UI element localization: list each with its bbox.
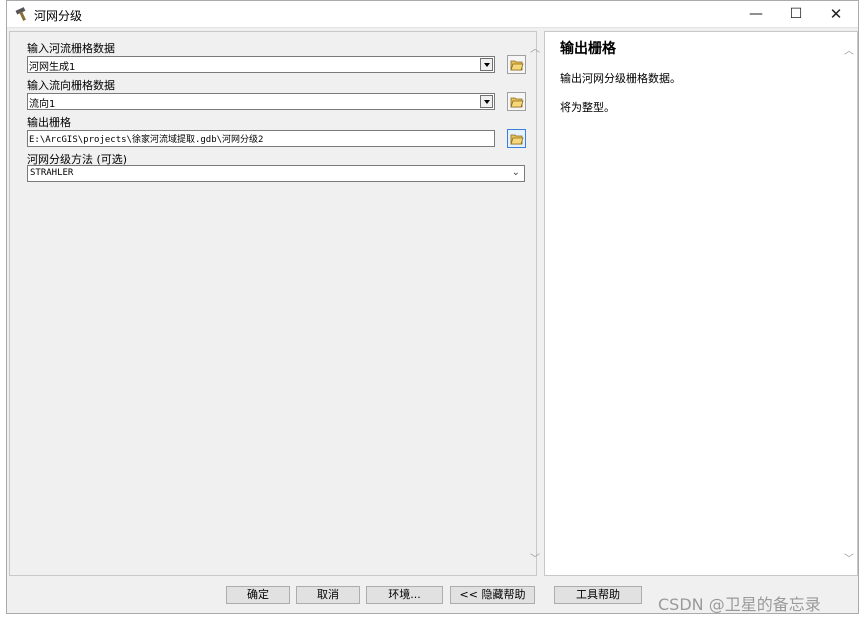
dropdown-arrow-icon[interactable] (480, 58, 493, 71)
title-bar: 河网分级 — ☐ ✕ (7, 1, 858, 28)
output-browse-button[interactable] (507, 129, 526, 148)
input-stream-browse-button[interactable] (507, 55, 526, 74)
folder-open-icon (510, 134, 524, 145)
scroll-up-icon[interactable]: ︿ (529, 40, 541, 55)
input-stream-combo[interactable]: 河网生成1 (27, 56, 495, 73)
watermark: CSDN @卫星的备忘录 (658, 595, 821, 614)
tool-help-button[interactable]: 工具帮助 (554, 586, 642, 604)
cancel-button[interactable]: 取消 (296, 586, 360, 604)
parameters-pane: 输入河流栅格数据 河网生成1 输入流向栅格数据 流向1 输出栅格 E:\ArcG… (9, 31, 540, 576)
minimize-button[interactable]: — (736, 1, 776, 27)
output-path-value: E:\ArcGIS\projects\徐家河流域提取.gdb\河网分级2 (29, 135, 264, 145)
input-stream-value: 河网生成1 (29, 62, 76, 73)
window-title: 河网分级 (34, 9, 83, 23)
input-stream-label: 输入河流栅格数据 (27, 42, 115, 55)
params-scrollbar[interactable]: ︿ ﹀ (529, 40, 541, 570)
help-description: 输出河网分级栅格数据。 (560, 72, 681, 85)
input-flowdir-value: 流向1 (29, 99, 56, 110)
help-scroll-down-icon[interactable]: ﹀ (843, 550, 855, 565)
folder-open-icon (510, 97, 524, 108)
maximize-button[interactable]: ☐ (776, 1, 816, 27)
help-title: 输出栅格 (560, 41, 616, 57)
help-scroll-up-icon[interactable]: ︿ (843, 42, 855, 57)
chevron-down-icon: ⌄ (511, 167, 520, 178)
method-select[interactable]: STRAHLER ⌄ (27, 165, 525, 182)
input-flowdir-browse-button[interactable] (507, 92, 526, 111)
tool-dialog: 河网分级 — ☐ ✕ 输入河流栅格数据 河网生成1 输入流向栅格数据 流向1 输… (6, 0, 859, 614)
hammer-icon (15, 7, 26, 21)
folder-open-icon (510, 60, 524, 71)
close-button[interactable]: ✕ (816, 1, 856, 27)
output-label: 输出栅格 (27, 116, 71, 129)
help-pane: 输出栅格 输出河网分级栅格数据。 将为整型。 ︿ ﹀ (544, 31, 858, 576)
input-flowdir-combo[interactable]: 流向1 (27, 93, 495, 110)
ok-button[interactable]: 确定 (226, 586, 290, 604)
scroll-down-icon[interactable]: ﹀ (529, 550, 541, 565)
hide-help-button[interactable]: << 隐藏帮助 (450, 586, 535, 604)
help-note: 将为整型。 (560, 101, 615, 114)
environments-button[interactable]: 环境... (366, 586, 443, 604)
output-path-field[interactable]: E:\ArcGIS\projects\徐家河流域提取.gdb\河网分级2 (27, 130, 495, 147)
dropdown-arrow-icon[interactable] (480, 95, 493, 108)
input-flowdir-label: 输入流向栅格数据 (27, 79, 115, 92)
method-value: STRAHLER (30, 168, 74, 178)
